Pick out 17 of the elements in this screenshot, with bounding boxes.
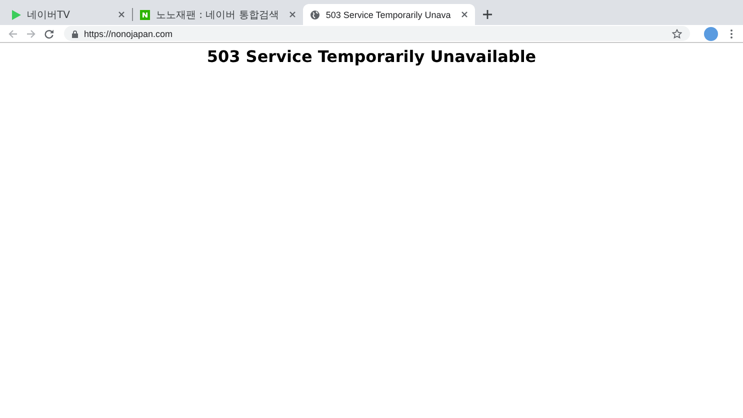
page-heading: 503 Service Temporarily Unavailable — [206, 47, 536, 66]
lock-icon — [72, 30, 78, 38]
play-icon — [11, 10, 21, 20]
close-icon[interactable] — [460, 11, 468, 18]
profile-avatar-icon[interactable] — [704, 26, 718, 40]
close-icon[interactable] — [288, 11, 296, 18]
browser-tab[interactable]: 네이버TV — [4, 4, 132, 25]
reload-icon[interactable] — [44, 28, 54, 38]
close-icon[interactable] — [118, 11, 125, 18]
naver-logo-icon — [140, 10, 150, 20]
menu-icon[interactable] — [730, 28, 733, 38]
browser-tab[interactable]: 503 Service Temporarily Unava — [302, 4, 475, 25]
address-bar[interactable]: https://nonojapan.com — [64, 26, 690, 41]
browser-tab[interactable]: 노노재팬 : 네이버 통합검색 — [133, 4, 303, 25]
star-icon[interactable] — [672, 28, 682, 38]
globe-icon — [310, 10, 320, 20]
new-tab-icon[interactable] — [482, 10, 492, 19]
